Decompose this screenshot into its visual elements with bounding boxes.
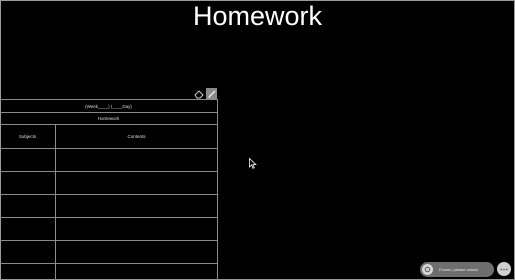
table-row <box>0 218 217 241</box>
table-row <box>0 149 217 172</box>
more-icon <box>500 268 508 270</box>
table-row <box>0 195 217 218</box>
content-cell[interactable] <box>56 195 217 217</box>
subjects-column-header: Subjects <box>0 125 56 148</box>
subject-cell[interactable] <box>0 264 56 280</box>
content-cell[interactable] <box>56 149 217 171</box>
content-cell[interactable] <box>56 241 217 263</box>
sheet-title: Homework <box>0 113 217 125</box>
eraser-icon[interactable] <box>193 88 204 99</box>
pen-icon[interactable] <box>206 88 217 99</box>
subject-cell[interactable] <box>0 241 56 263</box>
subject-cell[interactable] <box>0 149 56 171</box>
content-cell[interactable] <box>56 218 217 240</box>
mouse-cursor-icon <box>249 156 257 174</box>
table-header-row: Subjects Contents <box>0 125 217 149</box>
table-row <box>0 264 217 280</box>
more-button[interactable] <box>497 262 511 276</box>
homework-sheet: (Week____) (____Day) Homework Subjects C… <box>0 99 218 280</box>
page-title: Homework <box>192 1 323 31</box>
subject-cell[interactable] <box>0 195 56 217</box>
subject-cell[interactable] <box>0 172 56 194</box>
table-row <box>0 241 217 264</box>
week-day-line: (Week____) (____Day) <box>0 100 217 113</box>
subject-cell[interactable] <box>0 218 56 240</box>
content-cell[interactable] <box>56 264 217 280</box>
status-text: Frozen, please unlock <box>439 267 479 272</box>
table-row <box>0 172 217 195</box>
settings-icon <box>422 264 433 275</box>
contents-column-header: Contents <box>127 134 146 139</box>
content-cell[interactable] <box>56 172 217 194</box>
frozen-status-pill[interactable]: Frozen, please unlock <box>420 262 494 277</box>
